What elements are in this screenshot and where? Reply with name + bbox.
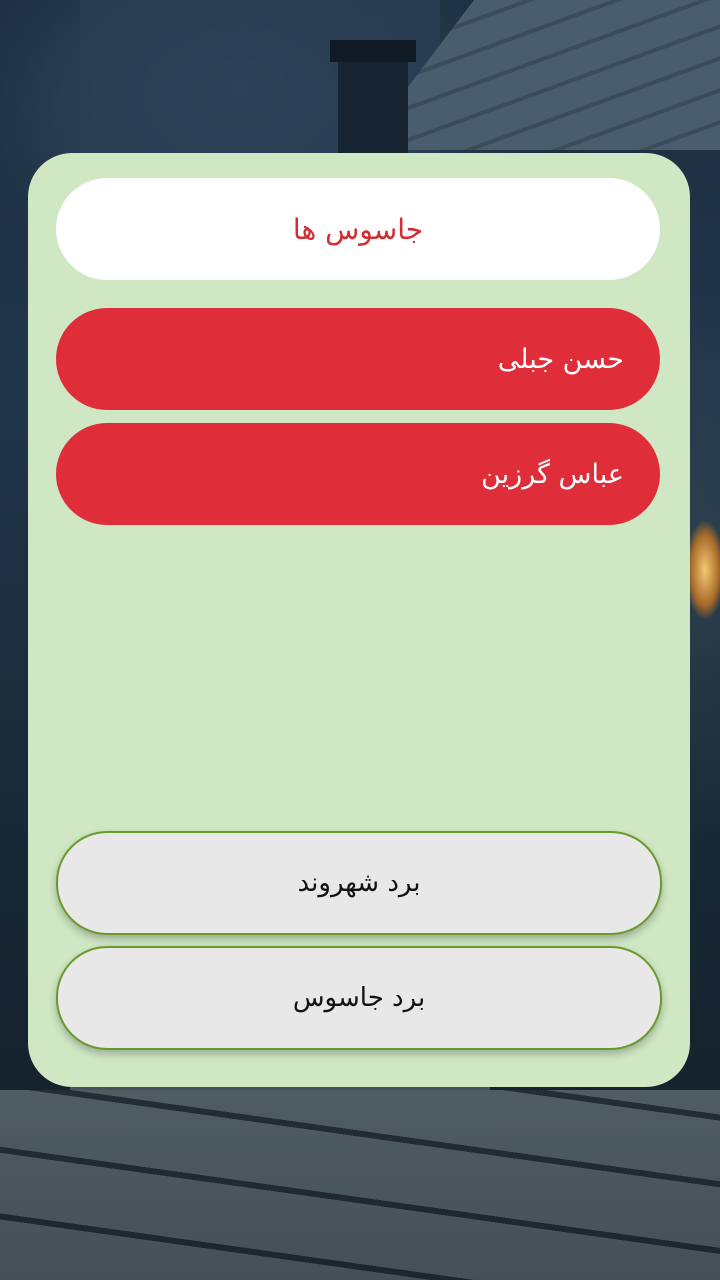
list-item-player[interactable]: عباس گرزین: [56, 423, 660, 525]
page-title: جاسوس ها: [292, 212, 424, 246]
citizen-win-button[interactable]: برد شهروند: [56, 831, 662, 935]
spy-win-label: برد جاسوس: [292, 983, 426, 1013]
screen: جاسوس ها حسن جبلی عباس گرزین برد شهروند …: [0, 0, 720, 1280]
list-item-player[interactable]: حسن جبلی: [56, 308, 660, 410]
player-name: عباس گرزین: [481, 458, 624, 490]
citizen-win-label: برد شهروند: [297, 868, 421, 898]
title-box: جاسوس ها: [56, 178, 660, 280]
background-chimney-cap: [330, 40, 416, 62]
background-cobblestones: [0, 1090, 720, 1280]
background-lamp: [690, 520, 720, 620]
spy-win-button[interactable]: برد جاسوس: [56, 946, 662, 1050]
spies-card: جاسوس ها حسن جبلی عباس گرزین برد شهروند …: [28, 153, 690, 1087]
player-name: حسن جبلی: [497, 343, 624, 375]
